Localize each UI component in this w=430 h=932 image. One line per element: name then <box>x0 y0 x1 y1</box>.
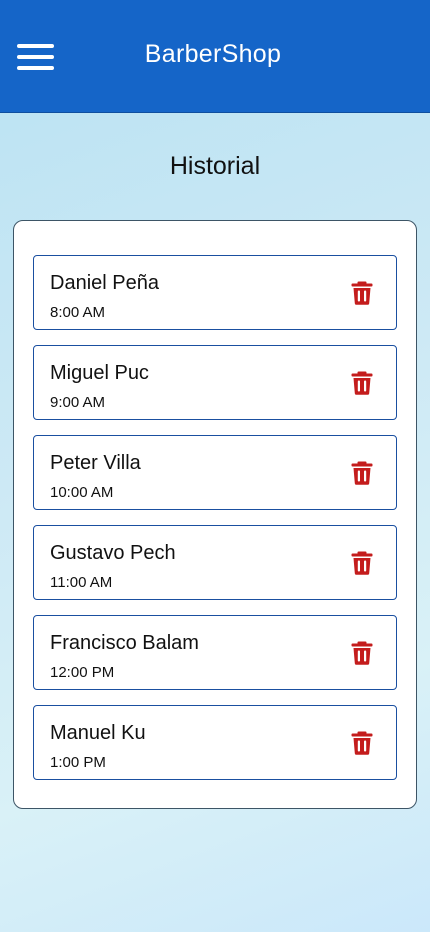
appointment-item[interactable]: Daniel Peña 8:00 AM <box>33 255 397 330</box>
history-card: Daniel Peña 8:00 AM Miguel Puc 9:00 AM P… <box>13 220 417 809</box>
app-title: BarberShop <box>144 40 282 68</box>
appointment-time: 1:00 PM <box>50 754 106 771</box>
trash-icon[interactable] <box>351 551 373 575</box>
trash-icon[interactable] <box>351 281 373 305</box>
appointment-time: 8:00 AM <box>50 304 106 321</box>
trash-icon[interactable] <box>351 731 373 755</box>
client-name: Gustavo Pech <box>50 542 176 564</box>
client-name: Miguel Puc <box>50 362 149 384</box>
appointment-item[interactable]: Manuel Ku 1:00 PM <box>33 705 397 780</box>
client-name: Peter Villa <box>50 452 141 474</box>
trash-icon[interactable] <box>351 461 373 485</box>
appointment-item[interactable]: Francisco Balam 12:00 PM <box>33 615 397 690</box>
trash-icon[interactable] <box>351 641 373 665</box>
appointment-time: 11:00 AM <box>50 574 113 591</box>
appointment-list: Daniel Peña 8:00 AM Miguel Puc 9:00 AM P… <box>33 255 397 795</box>
app-bar: BarberShop <box>0 0 430 113</box>
client-name: Daniel Peña <box>50 272 159 294</box>
appointment-time: 9:00 AM <box>50 394 106 411</box>
trash-icon[interactable] <box>351 371 373 395</box>
appointment-item[interactable]: Miguel Puc 9:00 AM <box>33 345 397 420</box>
appointment-time: 12:00 PM <box>50 664 115 681</box>
page-title: Historial <box>169 152 261 180</box>
appointment-item[interactable]: Gustavo Pech 11:00 AM <box>33 525 397 600</box>
appointment-item[interactable]: Peter Villa 10:00 AM <box>33 435 397 510</box>
client-name: Manuel Ku <box>50 722 146 744</box>
client-name: Francisco Balam <box>50 632 199 654</box>
appointment-time: 10:00 AM <box>50 484 114 501</box>
